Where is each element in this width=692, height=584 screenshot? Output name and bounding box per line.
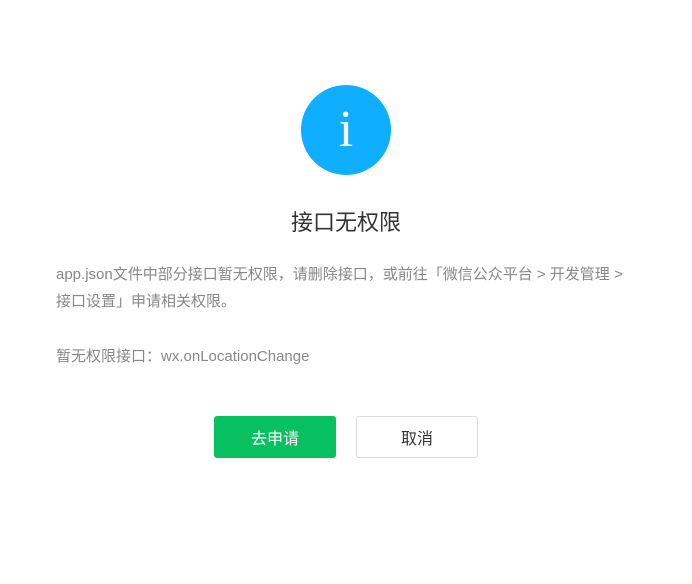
button-row: 去申请 取消 — [214, 416, 478, 458]
apply-button[interactable]: 去申请 — [214, 416, 336, 458]
api-info-row: 暂无权限接口：wx.onLocationChange — [0, 345, 692, 366]
info-icon-glyph: i — [339, 104, 353, 156]
api-name: wx.onLocationChange — [161, 348, 309, 365]
info-icon: i — [301, 85, 391, 175]
dialog-container: i 接口无权限 app.json文件中部分接口暂无权限，请删除接口，或前往「微信… — [0, 0, 692, 458]
dialog-title: 接口无权限 — [291, 205, 401, 237]
dialog-description: app.json文件中部分接口暂无权限，请删除接口，或前往「微信公众平台 > 开… — [0, 261, 692, 315]
cancel-button[interactable]: 取消 — [356, 416, 478, 458]
api-label: 暂无权限接口： — [56, 348, 161, 365]
